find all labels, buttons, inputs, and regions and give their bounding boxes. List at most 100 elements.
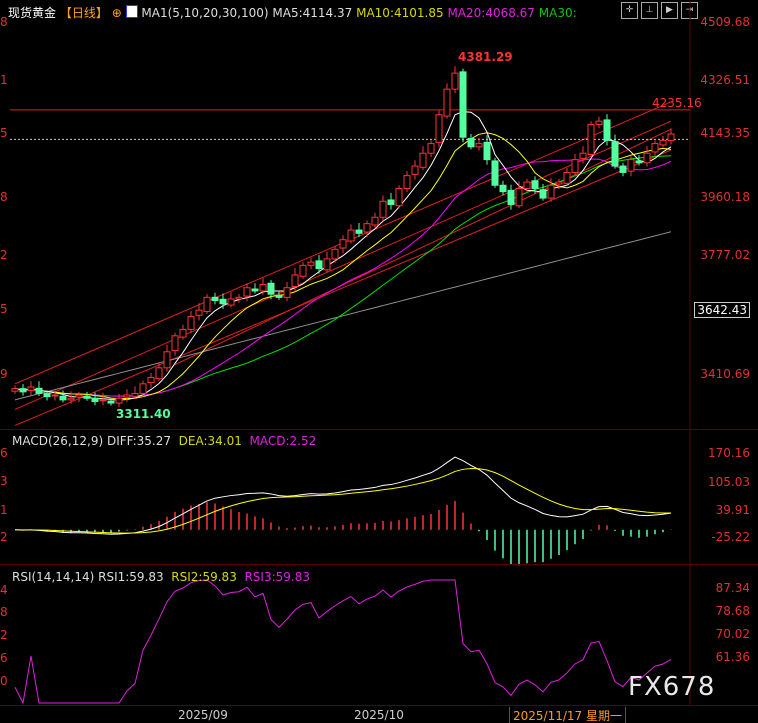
- rsi-header: RSI(14,14,14) RSI1:59.83 RSI2:59.83 RSI3…: [12, 570, 310, 584]
- chart-window: 现货黄金 【日线】 ⊕ MA1(5,10,20,30,100) MA5:4114…: [0, 0, 758, 723]
- candle-body: [339, 239, 347, 249]
- rsi-tick-left: 8: [0, 605, 8, 619]
- candle-body: [411, 165, 419, 175]
- candle-body: [299, 264, 307, 277]
- candle-body: [491, 160, 499, 186]
- macd-tick: -25.22: [711, 530, 750, 544]
- candle-body: [619, 165, 627, 173]
- candle-body: [19, 388, 27, 393]
- candle-body: [435, 114, 443, 143]
- diff-line: [14, 456, 672, 535]
- candle-body: [155, 367, 163, 380]
- candle-body: [627, 159, 635, 172]
- candle-body: [131, 392, 139, 397]
- candle-body: [171, 335, 179, 352]
- candle-body: [123, 394, 131, 398]
- candle-body: [603, 119, 611, 141]
- price-tick-left: 1: [0, 73, 8, 87]
- candle-body: [51, 394, 59, 397]
- candle-body: [323, 258, 331, 271]
- candle-body: [507, 189, 515, 205]
- candle-body: [483, 141, 491, 161]
- rsi-tick: 87.34: [715, 581, 750, 595]
- candle-body: [555, 181, 563, 185]
- candle-body: [547, 184, 555, 199]
- candle-body: [27, 386, 35, 392]
- price-tick: 3777.02: [700, 248, 750, 262]
- macd-diff: DIFF:35.27: [106, 434, 172, 448]
- candle-body: [187, 316, 195, 330]
- candle-body: [427, 143, 435, 154]
- candle-body: [91, 397, 99, 402]
- price-tick-left: 5: [0, 126, 8, 140]
- candle-body: [179, 328, 187, 338]
- level-annotation: 4235.16: [652, 96, 702, 110]
- candle-body: [531, 180, 539, 189]
- dea-line: [14, 468, 672, 534]
- candle-body: [59, 395, 67, 401]
- candle-body: [291, 274, 299, 287]
- candle-body: [347, 229, 355, 242]
- price-tick: 4143.35: [700, 126, 750, 140]
- candle-body: [563, 171, 571, 184]
- rsi1-value: RSI1:59.83: [98, 570, 164, 584]
- price-tick-left: 9: [0, 367, 8, 381]
- low-annotation: 3311.40: [116, 407, 171, 421]
- candle-body: [403, 175, 411, 189]
- candle-body: [267, 282, 275, 295]
- date-axis: 2025/09 2025/10 2025/11/17 星期一: [0, 705, 758, 723]
- rsi-tick-left: 4: [0, 583, 8, 597]
- macd-label: MACD(26,12,9): [12, 434, 104, 448]
- price-tick-left: 8: [0, 190, 8, 204]
- candle-body: [451, 72, 459, 90]
- price-tick: 3642.43: [694, 302, 750, 318]
- candle-body: [579, 152, 587, 159]
- price-tick: 4509.68: [700, 15, 750, 29]
- candle-body: [203, 296, 211, 312]
- macd-tick-left: 2: [0, 530, 8, 544]
- price-tick: 4326.51: [700, 73, 750, 87]
- price-tick: 3410.69: [700, 367, 750, 381]
- price-tick-left: 2: [0, 248, 8, 262]
- candle-body: [595, 120, 603, 125]
- candle-body: [243, 287, 251, 297]
- candle-body: [331, 248, 339, 260]
- candle-body: [355, 229, 363, 234]
- rsi-tick: 61.36: [715, 650, 750, 664]
- ma100-line: [14, 231, 672, 401]
- candle-body: [163, 351, 171, 369]
- rsi-tick-left: 6: [0, 651, 8, 665]
- candle-body: [387, 199, 395, 205]
- price-chart[interactable]: 4381.29 3311.40 4235.16: [0, 0, 758, 723]
- candle-body: [587, 123, 595, 155]
- macd-dea: DEA:34.01: [178, 434, 242, 448]
- candle-body: [139, 383, 147, 394]
- candle-body: [539, 189, 547, 199]
- candle-body: [667, 133, 675, 141]
- cursor-date: 2025/11/17 星期一: [509, 707, 626, 723]
- candle-body: [443, 88, 451, 117]
- price-tick: 3960.18: [700, 190, 750, 204]
- rsi-tick-left: 2: [0, 628, 8, 642]
- macd-tick-left: 1: [0, 503, 8, 517]
- candle-body: [475, 143, 483, 148]
- macd-header: MACD(26,12,9) DIFF:35.27 DEA:34.01 MACD:…: [12, 434, 316, 448]
- candle-body: [67, 397, 75, 401]
- candle-body: [259, 284, 267, 292]
- macd-value: MACD:2.52: [249, 434, 317, 448]
- macd-tick-left: 3: [0, 474, 8, 488]
- macd-tick: 39.91: [715, 503, 750, 517]
- candle-body: [11, 388, 19, 392]
- candle-body: [363, 223, 371, 233]
- candle-body: [499, 184, 507, 193]
- candle-body: [235, 296, 243, 300]
- candle-body: [307, 261, 315, 266]
- candle-body: [283, 287, 291, 298]
- candle-body: [611, 141, 619, 167]
- candle-body: [635, 160, 643, 164]
- candle-body: [275, 294, 283, 298]
- candle-body: [251, 288, 259, 292]
- candle-body: [379, 200, 387, 218]
- candle-body: [147, 376, 155, 384]
- candle-body: [211, 296, 219, 302]
